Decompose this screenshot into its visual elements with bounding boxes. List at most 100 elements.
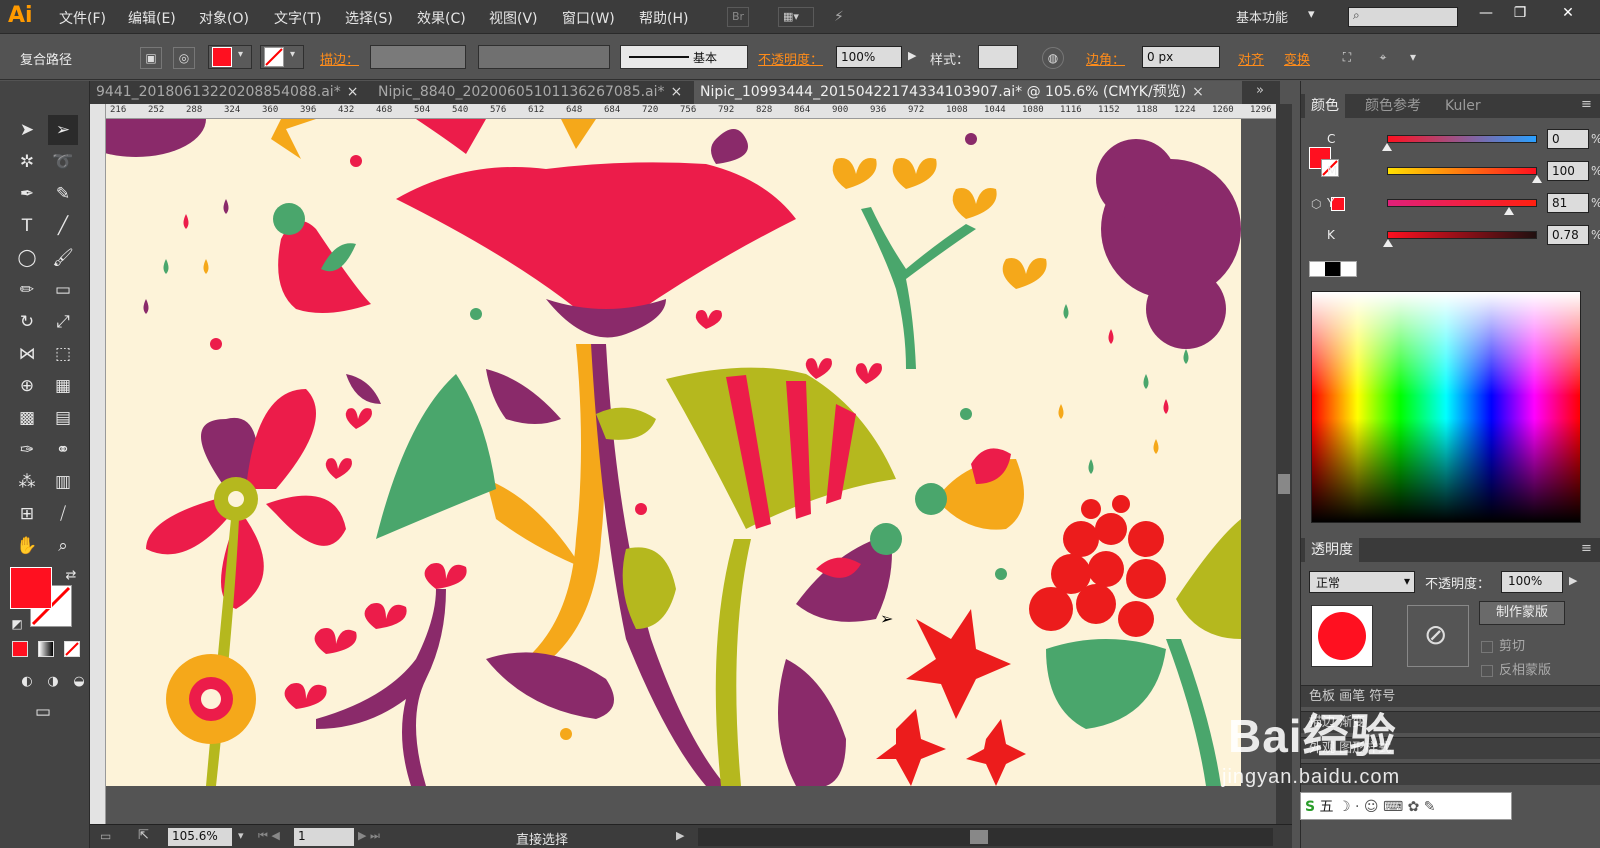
slider-track[interactable]	[1387, 199, 1537, 207]
corner-radius-field[interactable]: 0 px	[1142, 46, 1220, 68]
corner-label[interactable]: 边角：	[1086, 49, 1125, 68]
share-icon[interactable]: ⇱	[138, 828, 149, 843]
perspective-grid-tool-icon[interactable]: ▦	[48, 371, 78, 401]
variable-width-dropdown[interactable]	[478, 45, 610, 69]
blend-tool-icon[interactable]: ⚭	[48, 435, 78, 465]
ellipse-tool-icon[interactable]: ◯	[12, 243, 42, 273]
free-transform-tool-icon[interactable]: ⬚	[48, 339, 78, 369]
slider-black[interactable]: K 0.78 %	[1321, 225, 1600, 249]
gradient-tool-icon[interactable]: ▤	[48, 403, 78, 433]
tab-color-guide[interactable]: 颜色参考	[1359, 94, 1427, 118]
none-mode-icon[interactable]	[64, 641, 80, 657]
color-mode-icon[interactable]	[12, 641, 28, 657]
target-icon[interactable]: ◎	[173, 47, 195, 69]
bridge-button[interactable]: Br	[727, 7, 750, 27]
tab-color[interactable]: 颜色	[1305, 94, 1345, 118]
workspace-switcher[interactable]: 基本功能	[1236, 7, 1288, 26]
slider-knob[interactable]	[1503, 207, 1514, 215]
first-artboard-icon[interactable]: ⏮ ◀	[258, 829, 280, 843]
menu-file[interactable]: 文件(F)	[59, 8, 106, 28]
menu-object[interactable]: 对象(O)	[199, 8, 249, 28]
slider-yellow[interactable]: Y 81 %	[1321, 193, 1600, 217]
close-icon[interactable]: ×	[1192, 84, 1204, 100]
slider-track[interactable]	[1387, 135, 1537, 143]
width-tool-icon[interactable]: ⋈	[12, 339, 42, 369]
graphic-style-dropdown[interactable]	[978, 45, 1018, 69]
zoom-field[interactable]: 105.6%	[168, 828, 232, 846]
chevron-down-icon[interactable]: ▾	[238, 829, 244, 842]
column-graph-tool-icon[interactable]: ▥	[48, 467, 78, 497]
tab-document-2[interactable]: Nipic_8840_20200605101136267085.ai* ×	[372, 81, 682, 104]
pencil-tool-icon[interactable]: ✏	[12, 275, 42, 305]
ime-tools-icon[interactable]: ☽ · ☺ ⌨ ✿ ✎	[1338, 799, 1436, 815]
tab-transparency[interactable]: 透明度	[1305, 538, 1359, 562]
more-tabs-icon[interactable]: »	[1256, 83, 1264, 98]
slider-value[interactable]: 100	[1547, 161, 1589, 181]
none-black-white-swatches[interactable]	[1309, 261, 1357, 277]
direct-selection-tool-icon[interactable]: ➢	[48, 115, 78, 145]
scrollbar-thumb[interactable]	[970, 830, 988, 844]
menu-help[interactable]: 帮助(H)	[639, 8, 688, 28]
close-icon[interactable]: ✕	[1554, 2, 1582, 24]
slider-knob[interactable]	[1383, 239, 1394, 247]
menu-window[interactable]: 窗口(W)	[562, 8, 615, 28]
gpu-performance-icon[interactable]: ⚡	[830, 7, 848, 27]
hand-tool-icon[interactable]: ✋	[12, 531, 42, 561]
object-thumbnail[interactable]	[1311, 605, 1373, 667]
chevron-right-icon[interactable]: ▶	[908, 49, 916, 62]
close-icon[interactable]: ×	[347, 84, 359, 100]
panel-menu-icon[interactable]: ▾	[1402, 47, 1424, 69]
opacity-field[interactable]: 100%	[1501, 571, 1563, 593]
fill-color-box[interactable]	[10, 567, 52, 609]
horizontal-scrollbar[interactable]	[698, 828, 1273, 846]
search-help-input[interactable]: ⌕	[1348, 7, 1458, 27]
lasso-tool-icon[interactable]: ➰	[48, 147, 78, 177]
align-link[interactable]: 对齐	[1238, 49, 1264, 68]
symbol-sprayer-tool-icon[interactable]: ⁂	[12, 467, 42, 497]
menu-effect[interactable]: 效果(C)	[417, 8, 466, 28]
floral-illustration[interactable]	[106, 119, 1241, 786]
slider-knob[interactable]	[1382, 143, 1392, 151]
artboard-tool-icon[interactable]: ⊞	[12, 499, 42, 529]
panel-menu-icon[interactable]: ≡	[1581, 541, 1592, 556]
out-of-gamut-icon[interactable]: ⬡	[1311, 197, 1321, 211]
screen-mode-icon[interactable]: ▭	[28, 697, 58, 727]
close-icon[interactable]: ×	[671, 84, 682, 100]
pen-tool-icon[interactable]: ✒	[12, 179, 42, 209]
chevron-right-icon[interactable]: ▶	[1569, 574, 1577, 587]
gradient-mode-icon[interactable]	[38, 641, 54, 657]
clip-checkbox[interactable]: 剪切	[1481, 635, 1525, 654]
blend-mode-dropdown[interactable]: 正常 ▾	[1309, 571, 1415, 593]
menu-edit[interactable]: 编辑(E)	[128, 8, 176, 28]
isolate-icon[interactable]: ▣	[140, 47, 162, 69]
fill-color-dropdown[interactable]: ▾	[208, 45, 252, 69]
slice-tool-icon[interactable]: ⧸	[48, 499, 78, 529]
slider-track[interactable]	[1387, 231, 1537, 239]
artboard-number-field[interactable]: 1	[294, 828, 354, 846]
stroke-color-dropdown[interactable]: ▾	[260, 45, 304, 69]
line-tool-icon[interactable]: ╱	[48, 211, 78, 241]
slider-value[interactable]: 81	[1547, 193, 1589, 213]
menu-select[interactable]: 选择(S)	[345, 8, 393, 28]
color-spectrum[interactable]	[1311, 291, 1581, 523]
opacity-label[interactable]: 不透明度：	[758, 49, 823, 68]
selection-tool-icon[interactable]: ➤	[12, 115, 42, 145]
arrange-documents-icon[interactable]: ▦▾	[778, 7, 814, 27]
slider-cyan[interactable]: C 0 %	[1321, 129, 1600, 153]
curvature-tool-icon[interactable]: ✎	[48, 179, 78, 209]
recolor-icon[interactable]: ◍	[1042, 47, 1064, 69]
panel-menu-icon[interactable]: ≡	[1581, 97, 1592, 112]
ime-toolbar[interactable]: S 五 ☽ · ☺ ⌨ ✿ ✎	[1300, 792, 1512, 820]
next-artboard-icon[interactable]: ▶ ⏭	[358, 829, 380, 843]
tab-document-1[interactable]: 9441_20180613220208854088.ai* ×	[90, 81, 360, 104]
zoom-tool-icon[interactable]: ⌕	[48, 531, 78, 561]
scrollbar-thumb[interactable]	[1278, 474, 1290, 494]
tab-document-3[interactable]: Nipic_10993444_20150422174334103907.ai* …	[694, 81, 1242, 104]
slider-magenta[interactable]: M 100 %	[1321, 161, 1600, 185]
type-tool-icon[interactable]: T	[12, 211, 42, 241]
tab-kuler[interactable]: Kuler	[1439, 94, 1487, 118]
select-similar-icon[interactable]: ⛶	[1336, 47, 1358, 69]
minimize-icon[interactable]: —	[1472, 2, 1500, 24]
slider-value[interactable]: 0.78	[1547, 225, 1589, 245]
brush-definition-dropdown[interactable]: 基本	[620, 45, 748, 69]
